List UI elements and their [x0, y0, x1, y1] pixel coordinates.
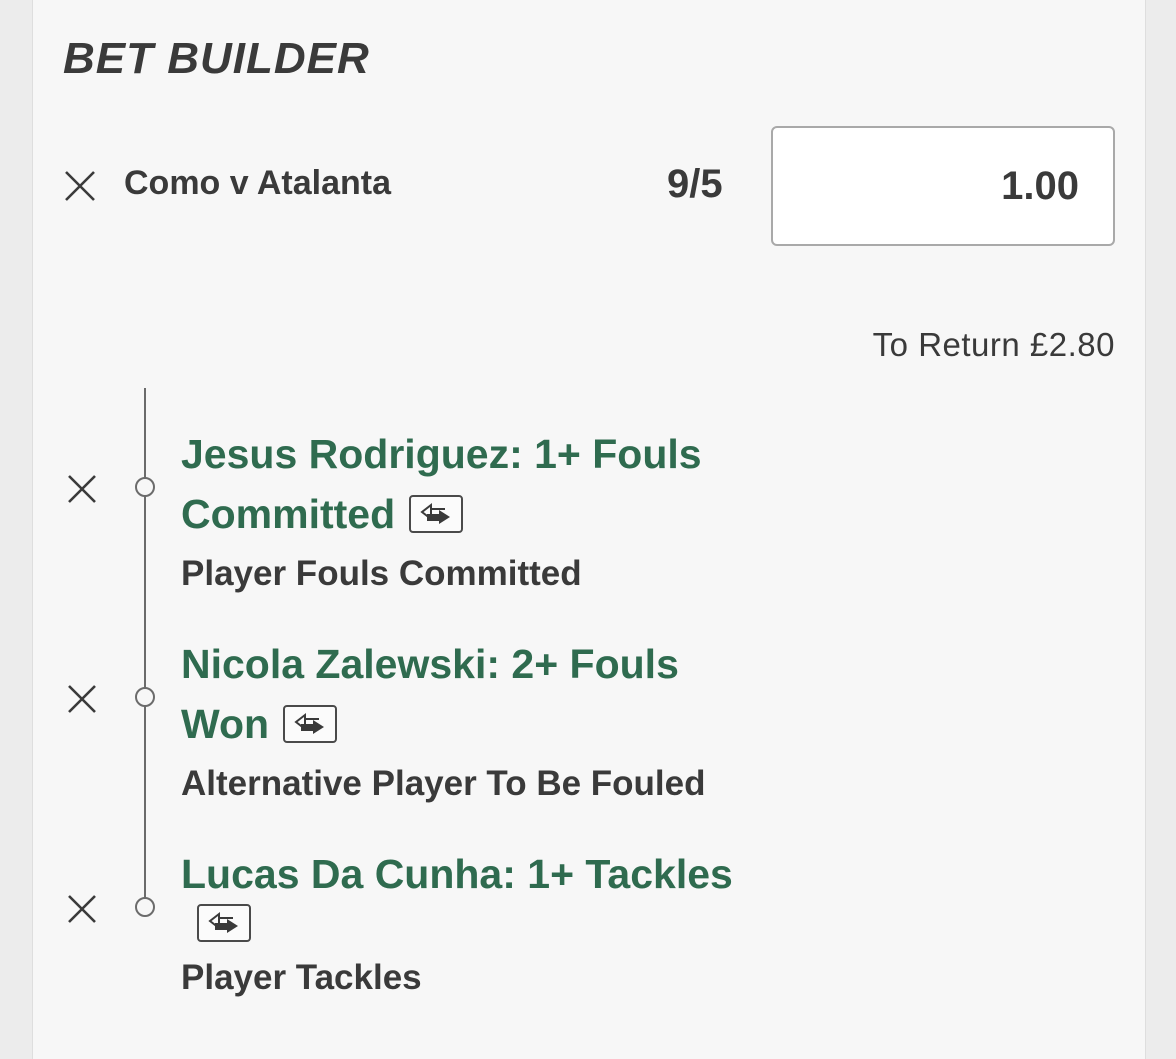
- remove-bet-close-icon[interactable]: [63, 169, 97, 203]
- selection-market: Alternative Player To Be Fouled: [181, 764, 706, 803]
- timeline-node: [135, 687, 155, 707]
- selection-name: Lucas Da Cunha: 1+ Tackles: [181, 844, 881, 942]
- selection-item: Jesus Rodriguez: 1+ Fouls Committed Play…: [181, 424, 881, 604]
- selection-name: Jesus Rodriguez: 1+ Fouls Committed: [181, 424, 881, 544]
- selection-name-line1: Nicola Zalewski: 2+ Fouls: [181, 641, 679, 687]
- swap-icon[interactable]: [283, 705, 338, 744]
- selection-name-line1: Jesus Rodriguez: 1+ Fouls: [181, 431, 702, 477]
- timeline-node: [135, 477, 155, 497]
- selection-market: Player Tackles: [181, 958, 422, 997]
- selection-name: Nicola Zalewski: 2+ Fouls Won: [181, 634, 881, 754]
- selection-item: Nicola Zalewski: 2+ Fouls Won Alternativ…: [181, 634, 881, 814]
- selection-name-line2: Committed: [181, 491, 396, 537]
- selection-item: Lucas Da Cunha: 1+ Tackles Player Tackle…: [181, 844, 881, 1008]
- bet-odds: 9/5: [667, 162, 723, 206]
- page-title: BET BUILDER: [63, 34, 370, 83]
- swap-icon[interactable]: [197, 904, 251, 942]
- match-name: Como v Atalanta: [124, 164, 392, 202]
- timeline-node: [135, 897, 155, 917]
- bet-builder-card: BET BUILDER Como v Atalanta 9/5 To Retur…: [32, 0, 1146, 1059]
- remove-selection-close-icon[interactable]: [65, 472, 99, 506]
- remove-selection-close-icon[interactable]: [65, 682, 99, 716]
- selection-name-line2: Won: [181, 701, 270, 747]
- selection-market: Player Fouls Committed: [181, 554, 582, 593]
- to-return-amount: To Return £2.80: [872, 326, 1115, 363]
- selection-name-line1: Lucas Da Cunha: 1+ Tackles: [181, 851, 733, 897]
- swap-icon[interactable]: [409, 495, 464, 534]
- remove-selection-close-icon[interactable]: [65, 892, 99, 926]
- timeline-line: [144, 388, 146, 906]
- stake-input[interactable]: [771, 126, 1115, 246]
